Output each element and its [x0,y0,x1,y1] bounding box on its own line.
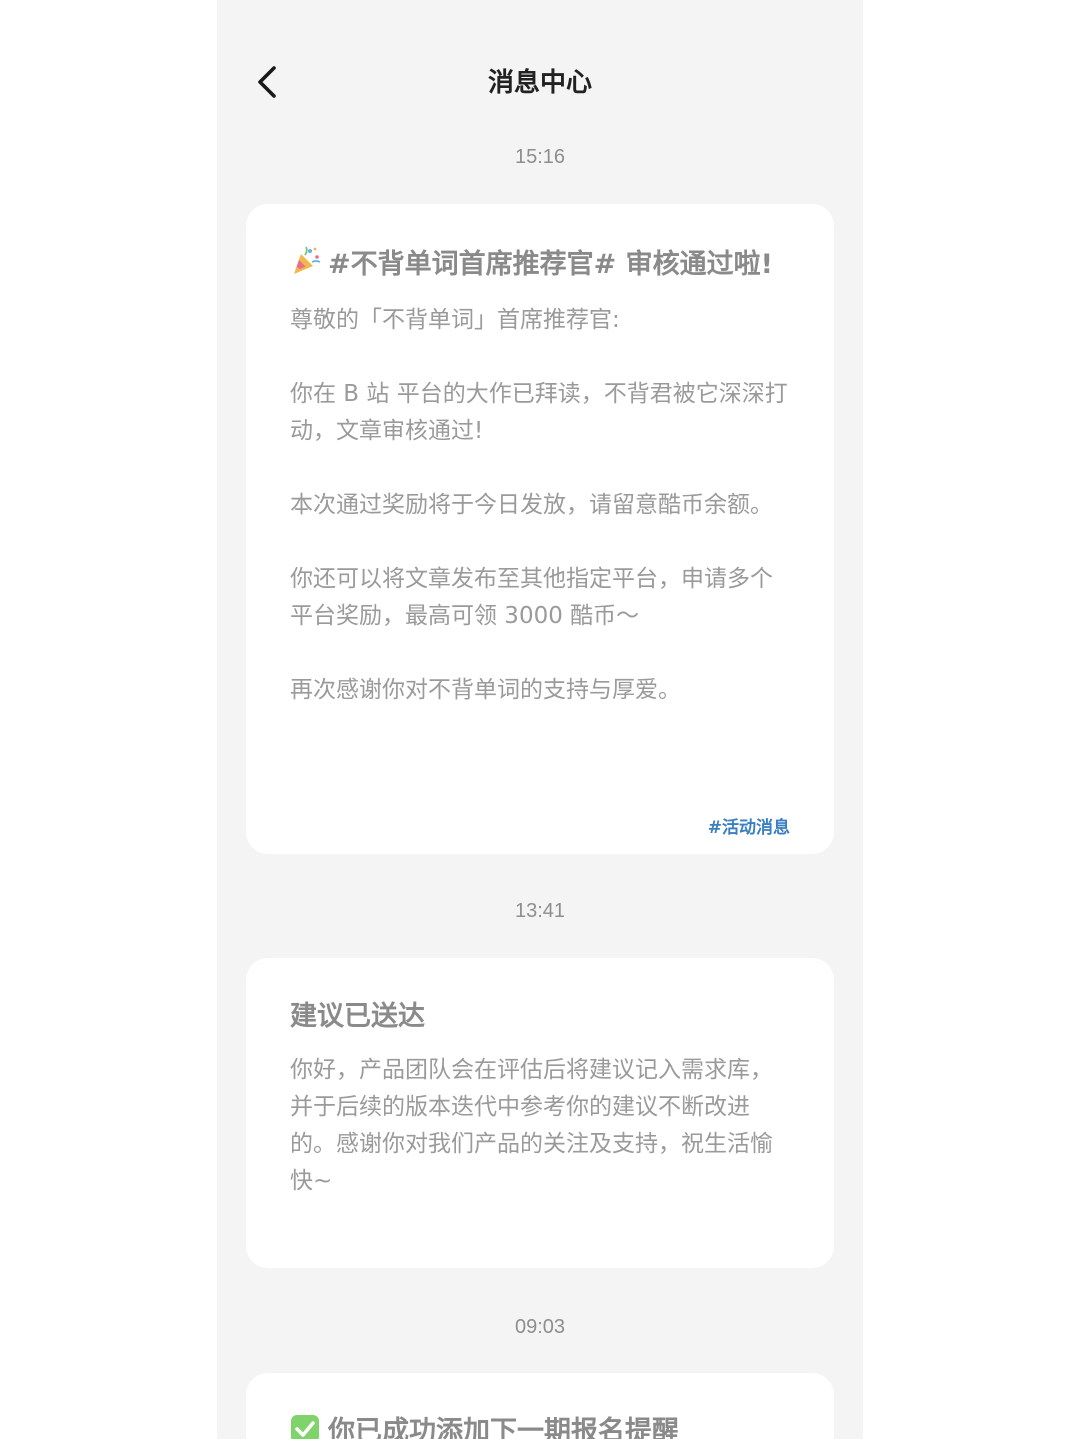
check-mark-icon [291,1415,319,1439]
message-title: #不背单词首席推荐官# 审核通过啦! [290,244,790,286]
message-title-text: 你已成功添加下一期报名提醒 [328,1416,679,1439]
chevron-left-icon [258,66,276,98]
message-title: 建议已送达 [290,1001,425,1032]
party-popper-icon [294,246,321,274]
message-time: 09:03 [514,1316,566,1338]
message-time: 13:41 [514,900,566,922]
message-body: 你好，产品团队会在评估后将建议记入需求库，并于后续的版本迭代中参考你的建议不断改… [290,1052,790,1200]
message-time: 15:16 [514,146,566,168]
phone-screen: 消息中心 15:16 #不背单词首席推荐官# 审核通过啦! 尊敬的「不背单词」首… [217,0,863,1439]
message-title: 你已成功添加下一期报名提醒 [290,1411,790,1439]
message-paragraph: 再次感谢你对不背单词的支持与厚爱。 [290,677,681,703]
message-paragraph: 你在 B 站 平台的大作已拜读，不背君被它深深打动，文章审核通过! [290,381,788,444]
page-title: 消息中心 [487,68,592,98]
back-button[interactable] [247,60,287,104]
message-paragraph: 尊敬的「不背单词」首席推荐官: [290,307,620,333]
message-paragraph: 本次通过奖励将于今日发放，请留意酷币余额。 [290,492,773,518]
message-body: 尊敬的「不背单词」首席推荐官: 你在 B 站 平台的大作已拜读，不背君被它深深打… [290,302,790,709]
message-tag-link[interactable]: #活动消息 [708,813,790,838]
message-card[interactable]: 你已成功添加下一期报名提醒 [246,1373,834,1439]
nav-bar: 消息中心 [217,40,863,126]
message-title-text: #不背单词首席推荐官# 审核通过啦! [328,249,773,280]
message-card[interactable]: 建议已送达 你好，产品团队会在评估后将建议记入需求库，并于后续的版本迭代中参考你… [246,958,834,1268]
message-paragraph: 你好，产品团队会在评估后将建议记入需求库，并于后续的版本迭代中参考你的建议不断改… [290,1057,773,1194]
message-card[interactable]: #不背单词首席推荐官# 审核通过啦! 尊敬的「不背单词」首席推荐官: 你在 B … [246,204,834,854]
message-paragraph: 你还可以将文章发布至其他指定平台，申请多个平台奖励，最高可领 3000 酷币～ [290,566,773,629]
